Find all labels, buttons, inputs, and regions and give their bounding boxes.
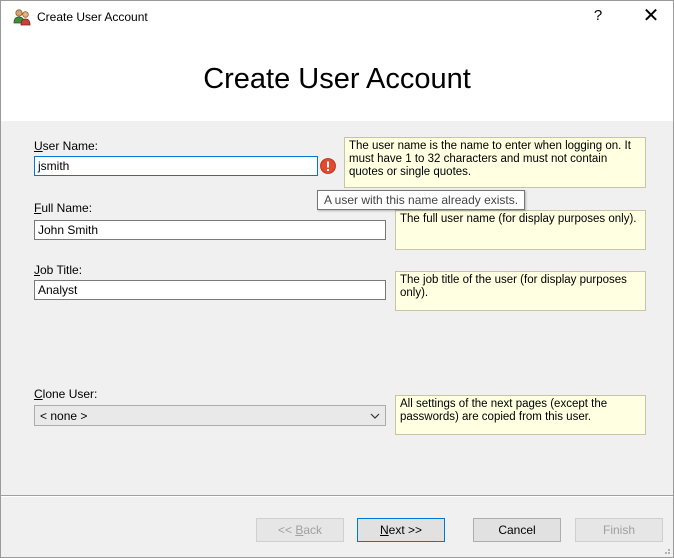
full-name-hint: The full user name (for display purposes…	[395, 210, 646, 250]
user-name-label-mnemonic: U	[34, 139, 43, 153]
finish-button[interactable]: Finish	[575, 518, 663, 542]
user-name-hint: The user name is the name to enter when …	[344, 137, 646, 188]
resize-grip-icon[interactable]	[661, 545, 671, 555]
clone-user-label: Clone User:	[34, 387, 97, 401]
error-tooltip: A user with this name already exists.	[317, 190, 526, 210]
next-button[interactable]: Next >>	[357, 518, 445, 542]
cancel-button[interactable]: Cancel	[473, 518, 561, 542]
clone-user-label-mnemonic: C	[34, 387, 43, 401]
page-title: Create User Account	[203, 63, 471, 95]
clone-user-select[interactable]: < none >	[34, 405, 386, 426]
clone-user-value: < none >	[40, 409, 88, 423]
next-button-mnemonic: N	[379, 523, 389, 537]
user-name-label: User Name:	[34, 139, 98, 153]
error-icon	[320, 158, 336, 174]
job-title-label-text: ob Title:	[40, 263, 83, 277]
back-button-label: ack	[303, 523, 323, 537]
back-button-prefix: <<	[277, 523, 296, 537]
close-button[interactable]: ✕	[631, 3, 671, 29]
footer-divider	[1, 495, 673, 497]
clone-user-label-text: lone User:	[42, 387, 98, 401]
back-button[interactable]: << Back	[256, 518, 344, 542]
job-title-input[interactable]: Analyst	[34, 280, 386, 300]
header-banner: Create User Account	[1, 31, 673, 121]
create-user-dialog: Create User Account ? ✕ Create User Acco…	[0, 0, 674, 558]
job-title-hint: The job title of the user (for display p…	[395, 271, 646, 311]
job-title-label: Job Title:	[34, 263, 82, 277]
full-name-label: Full Name:	[34, 201, 92, 215]
user-name-label-text: ser Name:	[42, 139, 99, 153]
chevron-down-icon[interactable]	[369, 410, 381, 422]
title-bar: Create User Account ? ✕	[1, 1, 673, 31]
window-title: Create User Account	[37, 10, 148, 24]
clone-user-hint: All settings of the next pages (except t…	[395, 395, 646, 435]
full-name-input[interactable]: John Smith	[34, 220, 386, 240]
full-name-label-text: ull Name:	[41, 201, 93, 215]
user-name-input[interactable]: jsmith	[34, 156, 318, 176]
next-button-label: ext >>	[388, 523, 423, 537]
help-button[interactable]: ?	[583, 5, 613, 27]
users-icon	[13, 9, 31, 26]
